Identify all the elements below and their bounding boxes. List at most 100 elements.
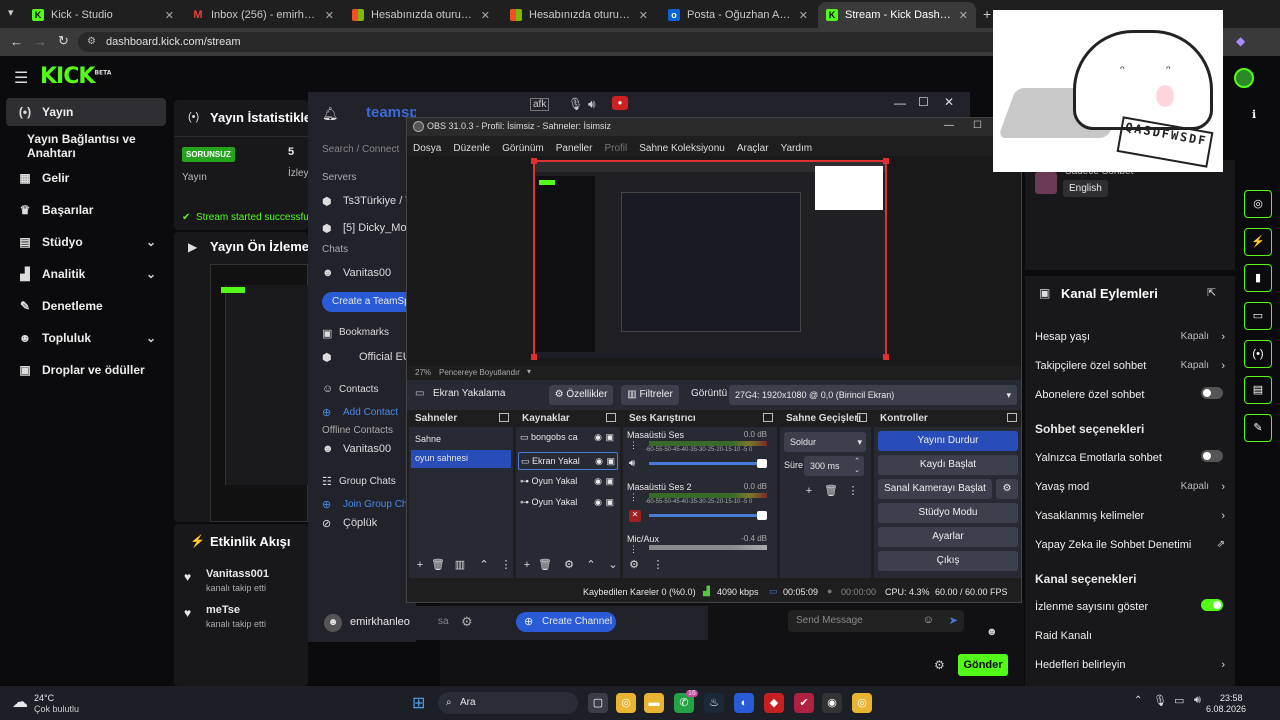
- transition-select[interactable]: Soldur ▾: [784, 432, 866, 452]
- folder-icon[interactable]: ▬: [644, 693, 664, 713]
- resize-handle[interactable]: [883, 158, 889, 164]
- send-button[interactable]: Gönder: [958, 654, 1008, 676]
- avatar[interactable]: ☻: [324, 614, 342, 632]
- menu-yardim[interactable]: Yardım: [781, 143, 813, 154]
- mute-icon[interactable]: ✕: [629, 510, 641, 522]
- speaker-icon[interactable]: 🔊︎: [588, 97, 596, 112]
- properties-button[interactable]: ⚙ Özellikler: [549, 385, 613, 405]
- lock-icon[interactable]: ▣: [605, 476, 614, 487]
- setting-goals[interactable]: Hedefleri belirleyin ›: [1035, 659, 1225, 671]
- setting-banned-words[interactable]: Yasaklanmış kelimeler ›: [1035, 510, 1225, 522]
- create-channel-button[interactable]: ⊕ Create Channel: [516, 612, 616, 632]
- chat-icon[interactable]: ▭: [1244, 302, 1272, 330]
- settings-button[interactable]: Ayarlar: [878, 527, 1018, 547]
- more-icon[interactable]: ⋮: [846, 484, 860, 498]
- more-icon[interactable]: ⋮: [629, 544, 638, 555]
- volume-slider[interactable]: [649, 511, 767, 520]
- gear-icon[interactable]: ⚙: [627, 558, 641, 572]
- float-icon[interactable]: [606, 413, 616, 422]
- app-icon[interactable]: ◆: [764, 693, 784, 713]
- filter-icon[interactable]: ▥: [453, 558, 467, 572]
- gear-icon[interactable]: ⚙: [562, 558, 576, 572]
- menu-profil[interactable]: Profil: [604, 143, 627, 154]
- menu-gorunum[interactable]: Görünüm: [502, 143, 544, 154]
- maximize-icon[interactable]: ☐: [973, 120, 982, 131]
- extension-icon[interactable]: ◆: [1236, 34, 1245, 48]
- network-icon[interactable]: ▭: [1174, 694, 1184, 707]
- sidebar-item-studyo[interactable]: ▤ Stüdyo ⌄: [6, 228, 166, 256]
- forward-icon[interactable]: →: [34, 34, 47, 49]
- more-icon[interactable]: ⋮: [629, 492, 638, 503]
- more-icon[interactable]: ⋮: [499, 558, 513, 572]
- avatar[interactable]: [1234, 68, 1254, 88]
- stop-stream-button[interactable]: Yayını Durdur: [878, 431, 1018, 451]
- layout-icon[interactable]: ▤: [1244, 376, 1272, 404]
- float-icon[interactable]: [857, 413, 867, 422]
- resize-handle[interactable]: [883, 354, 889, 360]
- setting-followers-only[interactable]: Takipçilere özel sohbet Kapalı ›: [1035, 360, 1225, 372]
- studio-mode-button[interactable]: Stüdyo Modu: [878, 503, 1018, 523]
- exit-button[interactable]: Çıkış: [878, 551, 1018, 571]
- stepper-down-icon[interactable]: ⌄: [854, 461, 860, 481]
- setting-account-age[interactable]: Hesap yaşı Kapalı ›: [1035, 331, 1225, 343]
- sidebar-item-denetleme[interactable]: ✎ Denetleme: [6, 292, 166, 320]
- close-tab-icon[interactable]: ✕: [165, 9, 174, 22]
- bookmark-item[interactable]: Official EU: [359, 351, 411, 363]
- setting-emote-only[interactable]: Yalnızca Emotlarla sohbet: [1035, 450, 1225, 464]
- volume-slider[interactable]: [649, 459, 767, 468]
- browser-tab-active[interactable]: K Stream - Kick Dashboard✕: [818, 2, 976, 28]
- site-info-icon[interactable]: ⚙: [87, 32, 96, 52]
- sidebar-item-gelir[interactable]: ▦ Gelir: [6, 164, 166, 192]
- close-tab-icon[interactable]: ✕: [799, 9, 808, 22]
- popout-icon[interactable]: ⇱: [1207, 286, 1216, 299]
- menu-sahne-koleksiyonu[interactable]: Sahne Koleksiyonu: [639, 143, 725, 154]
- source-item[interactable]: ⊶ Oyun Yakal ◉ ▣: [520, 476, 616, 492]
- volume-icon[interactable]: 🔊︎: [1194, 694, 1201, 707]
- maximize-icon[interactable]: ☐: [918, 95, 929, 109]
- down-icon[interactable]: ⌄: [606, 558, 620, 572]
- filters-button[interactable]: ▥ Filtreler: [621, 385, 679, 405]
- float-icon[interactable]: [499, 413, 509, 422]
- trash-icon[interactable]: 🗑︎: [824, 484, 838, 498]
- app-icon[interactable]: ✔: [794, 693, 814, 713]
- eye-icon[interactable]: ◉: [594, 432, 602, 443]
- microphone-icon[interactable]: 🎙︎: [1153, 694, 1167, 707]
- sidebar-item-yayin[interactable]: (•) Yayın: [6, 98, 166, 126]
- toggle-switch[interactable]: [1201, 387, 1223, 399]
- card-icon[interactable]: ▮: [1244, 264, 1272, 292]
- eye-icon[interactable]: ◉: [595, 456, 603, 467]
- bell-icon[interactable]: 🔔︎: [322, 106, 339, 122]
- language-tag[interactable]: English: [1063, 180, 1108, 197]
- gear-icon[interactable]: ⚙: [461, 614, 473, 630]
- lock-icon[interactable]: ▣: [606, 456, 615, 467]
- display-select[interactable]: 27G4: 1920x1080 @ 0,0 (Birincil Ekran) ▾: [729, 385, 1017, 405]
- menu-araclar[interactable]: Araçlar: [737, 143, 769, 154]
- browser-tab[interactable]: o Posta - Oğuzhan Aslan - Outlook✕: [660, 2, 816, 28]
- wrench-icon[interactable]: ✎: [1244, 414, 1272, 442]
- back-icon[interactable]: ←: [10, 34, 23, 49]
- bolt-icon[interactable]: ⚡: [1244, 228, 1272, 256]
- taskbar-search[interactable]: ⌕ Ara: [438, 692, 578, 714]
- slider-handle[interactable]: [757, 459, 767, 468]
- setting-subscribers-only[interactable]: Abonelere özel sohbet: [1035, 387, 1225, 401]
- sidebar-item-analitik[interactable]: ▟ Analitik ⌄: [6, 260, 166, 288]
- menu-dosya[interactable]: Dosya: [413, 143, 441, 154]
- duration-input[interactable]: 300 ms ⌃ ⌄: [804, 456, 864, 476]
- close-tab-icon[interactable]: ✕: [481, 9, 490, 22]
- close-tab-icon[interactable]: ✕: [959, 9, 968, 22]
- float-icon[interactable]: [763, 413, 773, 422]
- scene-item-selected[interactable]: oyun sahnesi: [411, 450, 511, 468]
- trash-icon[interactable]: 🗑︎: [538, 558, 552, 572]
- join-group-link[interactable]: Join Group Cha: [343, 499, 413, 510]
- float-icon[interactable]: [1007, 413, 1017, 422]
- sidebar-item-topluluk[interactable]: ☻ Topluluk ⌄: [6, 324, 166, 352]
- zoom-select[interactable]: Pencereye Boyutlandır: [439, 368, 520, 377]
- resize-handle[interactable]: [531, 158, 537, 164]
- toggle-switch[interactable]: [1201, 599, 1223, 611]
- sidebar-item-droplar[interactable]: ▣ Droplar ve ödüller: [6, 356, 166, 384]
- setting-raid-channel[interactable]: Raid Kanalı: [1035, 630, 1225, 642]
- tab-list-icon[interactable]: ▾: [8, 6, 14, 19]
- lock-icon[interactable]: ▣: [605, 497, 614, 508]
- broadcast-icon[interactable]: (•): [1244, 340, 1272, 368]
- gear-icon[interactable]: ⚙: [996, 479, 1018, 499]
